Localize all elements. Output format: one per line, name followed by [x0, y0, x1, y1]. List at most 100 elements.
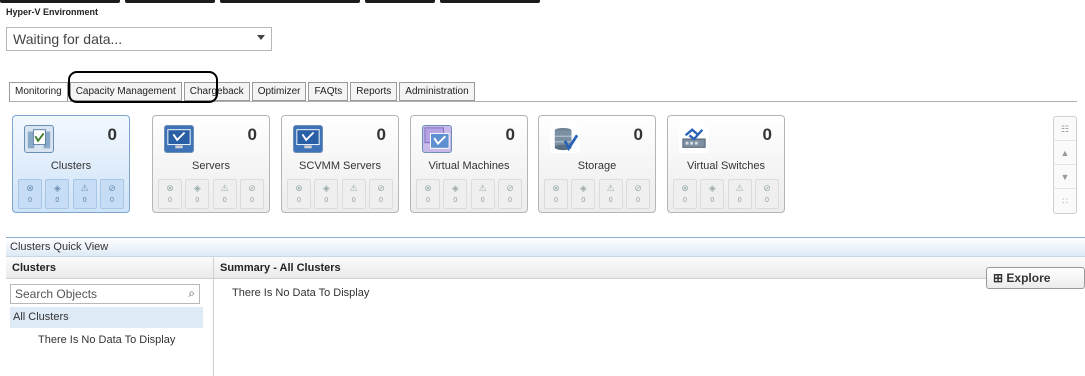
tile-storage[interactable]: 0 Storage ⊗ 0 ◈ 0 ⚠ 0 ⊘ 0 [538, 115, 656, 213]
tile-count: 0 [505, 125, 515, 144]
warning-alarm-count[interactable]: ⚠ 0 [470, 179, 495, 209]
tile-virtual-machines[interactable]: 0 Virtual Machines ⊗ 0 ◈ 0 ⚠ 0 ⊘ 0 [410, 115, 528, 213]
environment-title: Hyper-V Environment [6, 7, 99, 17]
normal-icon: ⊘ [763, 183, 771, 193]
tile-scvmm-servers[interactable]: 0 SCVMM Servers ⊗ 0 ◈ 0 ⚠ 0 ⊘ 0 [281, 115, 399, 213]
normal-icon: ⊘ [506, 183, 514, 193]
quick-view-header: Clusters Quick View [6, 237, 1085, 257]
environment-select-value: Waiting for data... [13, 31, 123, 47]
environment-select[interactable]: Waiting for data... [6, 27, 272, 51]
scroll-up-icon[interactable]: ▲ [1054, 141, 1076, 165]
warning-icon: ⚠ [606, 183, 615, 193]
fatal-icon: ⊗ [552, 183, 560, 193]
tile-label: Virtual Machines [428, 160, 510, 172]
tile-scroll-controls: ☷ ▲ ▼ ∷ [1053, 116, 1077, 214]
storage-icon [550, 125, 580, 153]
normal-alarm-count[interactable]: ⊘ 0 [368, 179, 393, 209]
tab-reports[interactable]: Reports [350, 82, 398, 101]
summary-heading: Summary - All Clusters [214, 257, 1085, 279]
warning-alarm-count[interactable]: ⚠ 0 [598, 179, 623, 209]
normal-icon: ⊘ [634, 183, 642, 193]
tile-count: 0 [376, 125, 386, 144]
critical-icon: ◈ [451, 183, 459, 193]
fatal-alarm-count[interactable]: ⊗ 0 [673, 179, 697, 209]
grid-view-icon[interactable]: ∷ [1054, 189, 1076, 213]
fatal-alarm-count[interactable]: ⊗ 0 [416, 179, 440, 209]
normal-alarm-count[interactable]: ⊘ 0 [497, 179, 522, 209]
fatal-icon: ⊗ [681, 183, 689, 193]
critical-alarm-count[interactable]: ◈ 0 [700, 179, 725, 209]
warning-icon: ⚠ [349, 183, 358, 193]
tile-count: 0 [107, 125, 117, 144]
explore-icon: ⊞ [993, 271, 1004, 285]
warning-alarm-count[interactable]: ⚠ 0 [72, 179, 97, 209]
critical-icon: ◈ [53, 183, 61, 193]
warning-icon: ⚠ [220, 183, 229, 193]
fatal-alarm-count[interactable]: ⊗ 0 [544, 179, 568, 209]
critical-alarm-count[interactable]: ◈ 0 [314, 179, 339, 209]
tile-count: 0 [247, 125, 257, 144]
fatal-icon: ⊗ [166, 183, 174, 193]
scvmm-icon [293, 125, 323, 153]
left-no-data-message: There Is No Data To Display [38, 334, 176, 346]
critical-icon: ◈ [708, 183, 716, 193]
normal-icon: ⊘ [108, 183, 116, 193]
all-clusters-item[interactable]: All Clusters [10, 307, 203, 328]
virtual-machines-icon [422, 125, 452, 153]
list-view-icon[interactable]: ☷ [1054, 117, 1076, 141]
fatal-icon: ⊗ [424, 183, 432, 193]
chevron-down-icon [257, 35, 265, 40]
fatal-alarm-count[interactable]: ⊗ 0 [287, 179, 311, 209]
critical-alarm-count[interactable]: ◈ 0 [571, 179, 596, 209]
fatal-alarm-count[interactable]: ⊗ 0 [18, 179, 42, 209]
critical-alarm-count[interactable]: ◈ 0 [443, 179, 468, 209]
quick-view-left-panel: Clusters Search Objects ⌕ All Clusters T… [6, 257, 214, 376]
tile-virtual-switches[interactable]: 0 Virtual Switches ⊗ 0 ◈ 0 ⚠ 0 ⊘ 0 [667, 115, 785, 213]
normal-icon: ⊘ [377, 183, 385, 193]
tile-label: Clusters [50, 160, 92, 172]
quick-view-right-panel: Summary - All Clusters There Is No Data … [214, 257, 1085, 376]
critical-alarm-count[interactable]: ◈ 0 [45, 179, 70, 209]
search-placeholder: Search Objects [15, 287, 98, 301]
tab-optimizer[interactable]: Optimizer [251, 82, 307, 101]
normal-alarm-count[interactable]: ⊘ 0 [239, 179, 264, 209]
tile-label: SCVMM Servers [299, 160, 381, 172]
normal-alarm-count[interactable]: ⊘ 0 [625, 179, 650, 209]
tile-label: Storage [577, 160, 617, 172]
normal-alarm-count[interactable]: ⊘ 0 [754, 179, 779, 209]
warning-alarm-count[interactable]: ⚠ 0 [727, 179, 752, 209]
warning-alarm-count[interactable]: ⚠ 0 [212, 179, 237, 209]
tab-administration[interactable]: Administration [399, 82, 475, 101]
critical-alarm-count[interactable]: ◈ 0 [185, 179, 210, 209]
servers-icon [164, 125, 194, 153]
warning-alarm-count[interactable]: ⚠ 0 [341, 179, 366, 209]
normal-alarm-count[interactable]: ⊘ 0 [99, 179, 124, 209]
normal-icon: ⊘ [248, 183, 256, 193]
warning-icon: ⚠ [80, 183, 89, 193]
search-icon[interactable]: ⌕ [188, 286, 195, 301]
virtual-switches-icon [679, 125, 709, 153]
critical-icon: ◈ [193, 183, 201, 193]
explore-label: Explore [1006, 271, 1051, 285]
critical-icon: ◈ [322, 183, 330, 193]
cropped-header-strip [0, 0, 1085, 6]
tile-clusters[interactable]: 0 Clusters ⊗ 0 ◈ 0 ⚠ 0 ⊘ 0 [12, 115, 130, 213]
right-no-data-message: There Is No Data To Display [232, 287, 370, 299]
fatal-alarm-count[interactable]: ⊗ 0 [158, 179, 182, 209]
search-input[interactable]: Search Objects ⌕ [10, 284, 200, 304]
tab-monitoring[interactable]: Monitoring [9, 82, 68, 102]
fatal-icon: ⊗ [295, 183, 303, 193]
tile-count: 0 [762, 125, 772, 144]
annotation-highlight-ring [68, 71, 218, 103]
clusters-heading: Clusters [6, 257, 213, 279]
warning-icon: ⚠ [735, 183, 744, 193]
tile-label: Servers [192, 160, 230, 172]
explore-button[interactable]: ⊞ Explore [986, 267, 1085, 289]
tile-servers[interactable]: 0 Servers ⊗ 0 ◈ 0 ⚠ 0 ⊘ 0 [152, 115, 270, 213]
tile-count: 0 [633, 125, 643, 144]
critical-icon: ◈ [579, 183, 587, 193]
warning-icon: ⚠ [478, 183, 487, 193]
tab-faqts[interactable]: FAQts [308, 82, 349, 101]
tile-label: Virtual Switches [686, 160, 766, 172]
scroll-down-icon[interactable]: ▼ [1054, 165, 1076, 189]
